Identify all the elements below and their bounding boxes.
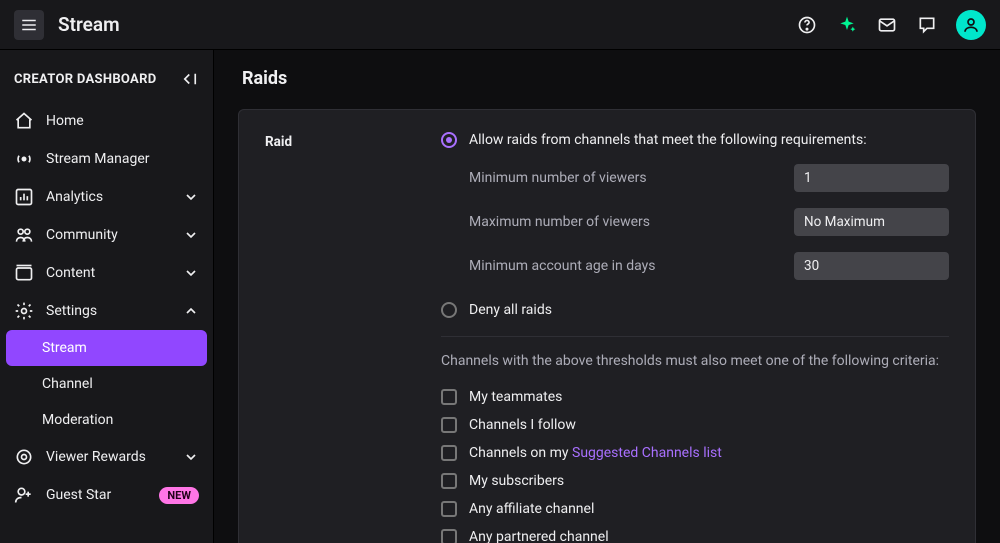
- sidebar-item-guest-star[interactable]: Guest Star NEW: [0, 476, 213, 514]
- raid-settings-card: Raid Allow raids from channels that meet…: [238, 109, 976, 543]
- min-age-row: Minimum account age in days 30: [469, 252, 949, 280]
- sidebar-item-label: Stream Manager: [46, 151, 199, 167]
- sparkle-icon: [837, 15, 857, 35]
- main-content: Raids Raid Allow raids from channels tha…: [214, 50, 1000, 543]
- hamburger-button[interactable]: [14, 10, 44, 40]
- sidebar-item-community[interactable]: Community: [0, 216, 213, 254]
- sidebar-item-label: Home: [46, 113, 199, 129]
- criteria-row-0[interactable]: My teammates: [441, 383, 949, 411]
- criteria-label-2: Channels on my Suggested Channels list: [469, 445, 722, 461]
- max-viewers-label: Maximum number of viewers: [469, 214, 650, 230]
- chevron-up-icon: [183, 303, 199, 319]
- criteria-row-1[interactable]: Channels I follow: [441, 411, 949, 439]
- sidebar-subitem-stream[interactable]: Stream: [6, 330, 207, 366]
- content-icon: [14, 263, 34, 283]
- criteria-label-5: Any partnered channel: [469, 529, 609, 543]
- sidebar-item-settings[interactable]: Settings: [0, 292, 213, 330]
- min-viewers-row: Minimum number of viewers 1: [469, 164, 949, 192]
- sidebar-item-label: Settings: [46, 303, 171, 319]
- sidebar-subitem-moderation[interactable]: Moderation: [30, 402, 207, 438]
- sidebar-subitem-channel[interactable]: Channel: [30, 366, 207, 402]
- inbox-button[interactable]: [876, 14, 898, 36]
- sidebar: CREATOR DASHBOARD Home Stream Manager Anal…: [0, 50, 214, 543]
- raid-section-label: Raid: [265, 132, 441, 543]
- sidebar-item-label: Guest Star: [46, 487, 141, 503]
- topbar-actions: [796, 10, 986, 40]
- criteria-row-3[interactable]: My subscribers: [441, 467, 949, 495]
- criteria-label-4: Any affiliate channel: [469, 501, 594, 517]
- criteria-label-0: My teammates: [469, 389, 562, 405]
- criteria-label-3: My subscribers: [469, 473, 564, 489]
- subnav-settings: StreamChannelModeration: [0, 330, 213, 438]
- help-button[interactable]: [796, 14, 818, 36]
- hamburger-icon: [20, 16, 38, 34]
- min-age-label: Minimum account age in days: [469, 258, 656, 274]
- criteria-checkbox-1[interactable]: [441, 417, 457, 433]
- chevron-down-icon: [183, 189, 199, 205]
- viewer-rewards-icon: [14, 447, 34, 467]
- criteria-row-2[interactable]: Channels on my Suggested Channels list: [441, 439, 949, 467]
- stream-manager-icon: [14, 149, 34, 169]
- suggested-channels-link[interactable]: Suggested Channels list: [572, 445, 722, 461]
- sidebar-item-label: Analytics: [46, 189, 171, 205]
- page-title: Raids: [242, 68, 976, 89]
- avatar-button[interactable]: [956, 10, 986, 40]
- community-icon: [14, 225, 34, 245]
- sidebar-item-home[interactable]: Home: [0, 102, 213, 140]
- min-viewers-label: Minimum number of viewers: [469, 170, 647, 186]
- sidebar-collapse-button[interactable]: [181, 70, 199, 88]
- min-age-input[interactable]: 30: [794, 252, 949, 280]
- radio-allow-label: Allow raids from channels that meet the …: [469, 132, 867, 148]
- radio-deny-label: Deny all raids: [469, 302, 552, 318]
- topbar-title: Stream: [58, 13, 120, 36]
- criteria-text: Channels with the above thresholds must …: [441, 353, 949, 369]
- sidebar-item-viewer-rewards[interactable]: Viewer Rewards: [0, 438, 213, 476]
- analytics-icon: [14, 187, 34, 207]
- chevron-down-icon: [183, 449, 199, 465]
- chat-button[interactable]: [916, 14, 938, 36]
- criteria-label-1: Channels I follow: [469, 417, 576, 433]
- criteria-checkbox-5[interactable]: [441, 529, 457, 543]
- sidebar-header-title: CREATOR DASHBOARD: [14, 72, 156, 87]
- criteria-checkbox-3[interactable]: [441, 473, 457, 489]
- inbox-icon: [877, 15, 897, 35]
- home-icon: [14, 111, 34, 131]
- sidebar-item-label: Viewer Rewards: [46, 449, 171, 465]
- sidebar-item-stream-manager[interactable]: Stream Manager: [0, 140, 213, 178]
- criteria-checkbox-4[interactable]: [441, 501, 457, 517]
- guest-star-icon: [14, 485, 34, 505]
- user-icon: [962, 16, 980, 34]
- criteria-checkbox-2[interactable]: [441, 445, 457, 461]
- radio-allow[interactable]: [441, 132, 457, 148]
- new-badge: NEW: [159, 487, 199, 504]
- max-viewers-row: Maximum number of viewers No Maximum: [469, 208, 949, 236]
- criteria-row-4[interactable]: Any affiliate channel: [441, 495, 949, 523]
- sidebar-item-label: Community: [46, 227, 171, 243]
- max-viewers-input[interactable]: No Maximum: [794, 208, 949, 236]
- criteria-checkbox-0[interactable]: [441, 389, 457, 405]
- chat-icon: [917, 15, 937, 35]
- divider: [441, 336, 949, 337]
- radio-allow-row[interactable]: Allow raids from channels that meet the …: [441, 132, 949, 148]
- sidebar-item-analytics[interactable]: Analytics: [0, 178, 213, 216]
- settings-icon: [14, 301, 34, 321]
- chevron-down-icon: [183, 265, 199, 281]
- topbar: Stream: [0, 0, 1000, 50]
- sidebar-item-content[interactable]: Content: [0, 254, 213, 292]
- min-viewers-input[interactable]: 1: [794, 164, 949, 192]
- sidebar-header: CREATOR DASHBOARD: [0, 60, 213, 102]
- radio-deny-row[interactable]: Deny all raids: [441, 302, 949, 318]
- sidebar-item-label: Content: [46, 265, 171, 281]
- sparkle-button[interactable]: [836, 14, 858, 36]
- chevron-down-icon: [183, 227, 199, 243]
- radio-deny[interactable]: [441, 302, 457, 318]
- collapse-icon: [181, 70, 199, 88]
- criteria-row-5[interactable]: Any partnered channel: [441, 523, 949, 543]
- help-icon: [797, 15, 817, 35]
